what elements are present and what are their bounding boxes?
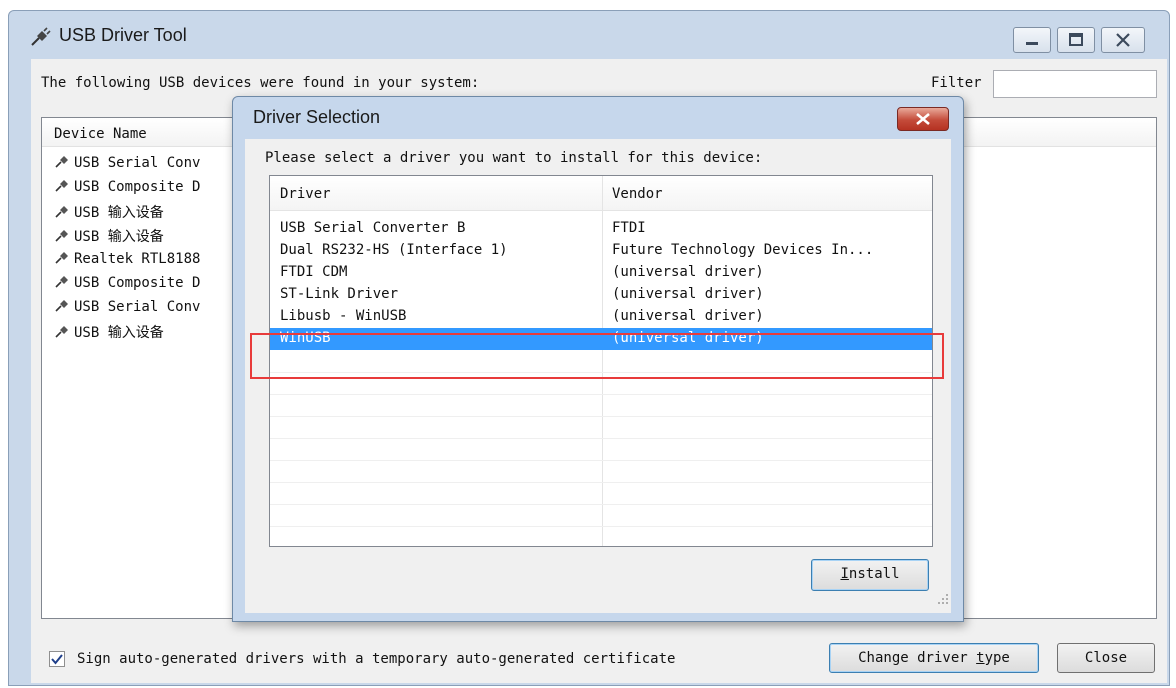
install-button[interactable]: Install <box>811 559 929 591</box>
usb-plug-icon <box>55 252 68 264</box>
resize-grip-icon[interactable] <box>937 593 949 605</box>
install-button-label: Install <box>840 566 900 582</box>
close-icon <box>916 113 930 125</box>
driver-name: Libusb - WinUSB <box>280 308 407 324</box>
driver-row-selected[interactable]: WinUSB (universal driver) <box>270 328 932 350</box>
close-icon <box>1116 33 1130 47</box>
filter-input[interactable] <box>993 70 1157 98</box>
filter-label: Filter <box>931 75 982 91</box>
maximize-button[interactable] <box>1057 27 1095 53</box>
device-row[interactable]: USB 输入设备 <box>54 226 164 250</box>
device-name: USB 输入设备 <box>74 205 164 221</box>
dialog-client-area: Please select a driver you want to insta… <box>245 139 951 613</box>
driver-vendor: (universal driver) <box>612 286 764 302</box>
main-titlebar[interactable]: USB Driver Tool <box>9 11 1169 59</box>
usb-plug-icon <box>55 180 68 192</box>
device-row[interactable]: USB Serial Conv <box>54 298 200 322</box>
minimize-icon <box>1026 42 1038 45</box>
device-row[interactable]: USB Composite D <box>54 178 200 202</box>
usb-plug-icon <box>55 326 68 338</box>
device-name: USB Composite D <box>74 275 201 291</box>
usb-plug-icon <box>55 300 68 312</box>
device-name-column-header[interactable]: Device Name <box>54 126 147 142</box>
table-gridline <box>270 526 932 527</box>
device-row[interactable]: Realtek RTL8188 <box>54 250 200 274</box>
sign-drivers-checkbox[interactable] <box>49 651 65 667</box>
driver-vendor: Future Technology Devices In... <box>612 242 874 258</box>
table-gridline <box>270 372 932 373</box>
table-gridline <box>270 460 932 461</box>
window-close-button[interactable] <box>1101 27 1145 53</box>
table-gridline <box>270 416 932 417</box>
driver-vendor: FTDI <box>612 220 646 236</box>
window-title: USB Driver Tool <box>59 25 187 45</box>
table-gridline <box>270 504 932 505</box>
change-driver-type-label: Change driver type <box>858 650 1010 666</box>
usb-plug-icon <box>31 27 51 46</box>
usb-plug-icon <box>55 276 68 288</box>
devices-found-label: The following USB devices were found in … <box>41 75 480 91</box>
device-row[interactable]: USB 输入设备 <box>54 202 164 226</box>
driver-name: Dual RS232-HS (Interface 1) <box>280 242 508 258</box>
table-gridline <box>270 438 932 439</box>
change-driver-type-button[interactable]: Change driver type <box>829 643 1039 673</box>
driver-vendor: (universal driver) <box>612 264 764 280</box>
select-driver-prompt: Please select a driver you want to insta… <box>265 150 763 166</box>
close-button-label: Close <box>1084 650 1128 666</box>
device-row[interactable]: USB 输入设备 <box>54 322 164 346</box>
driver-selection-dialog: Driver Selection Please select a driver … <box>232 96 964 622</box>
driver-table-header: Driver Vendor <box>270 176 932 211</box>
driver-table[interactable]: Driver Vendor USB Serial Converter B FTDI… <box>269 175 933 547</box>
driver-name: FTDI CDM <box>280 264 348 280</box>
device-row[interactable]: USB Serial Conv <box>54 154 200 178</box>
driver-row[interactable]: Libusb - WinUSB (universal driver) <box>270 306 932 328</box>
driver-vendor: (universal driver) <box>612 330 764 346</box>
driver-name: WinUSB <box>280 330 331 346</box>
driver-row[interactable]: ST-Link Driver (universal driver) <box>270 284 932 306</box>
driver-vendor: (universal driver) <box>612 308 764 324</box>
driver-row[interactable]: Dual RS232-HS (Interface 1) Future Techno… <box>270 240 932 262</box>
dialog-close-button[interactable] <box>897 107 949 131</box>
driver-name: USB Serial Converter B <box>280 220 466 236</box>
driver-name: ST-Link Driver <box>280 286 399 302</box>
device-name: USB Serial Conv <box>74 299 201 315</box>
usb-plug-icon <box>55 156 68 168</box>
driver-row[interactable]: USB Serial Converter B FTDI <box>270 218 932 240</box>
table-gridline <box>270 482 932 483</box>
checkmark-icon <box>51 654 63 665</box>
device-name: USB 输入设备 <box>74 229 164 245</box>
table-gridline <box>270 394 932 395</box>
device-row[interactable]: USB Composite D <box>54 274 200 298</box>
sign-drivers-label[interactable]: Sign auto-generated drivers with a tempo… <box>77 651 675 667</box>
usb-plug-icon <box>55 206 68 218</box>
device-name: USB 输入设备 <box>74 325 164 341</box>
vendor-column-header[interactable]: Vendor <box>612 186 663 202</box>
usb-plug-icon <box>55 230 68 242</box>
device-name: USB Serial Conv <box>74 155 201 171</box>
dialog-title: Driver Selection <box>253 107 381 127</box>
minimize-button[interactable] <box>1013 27 1051 53</box>
driver-row[interactable]: FTDI CDM (universal driver) <box>270 262 932 284</box>
device-name: Realtek RTL8188 <box>74 251 201 267</box>
device-name: USB Composite D <box>74 179 201 195</box>
close-button[interactable]: Close <box>1057 643 1155 673</box>
driver-column-header[interactable]: Driver <box>280 186 331 202</box>
maximize-icon <box>1069 33 1083 46</box>
